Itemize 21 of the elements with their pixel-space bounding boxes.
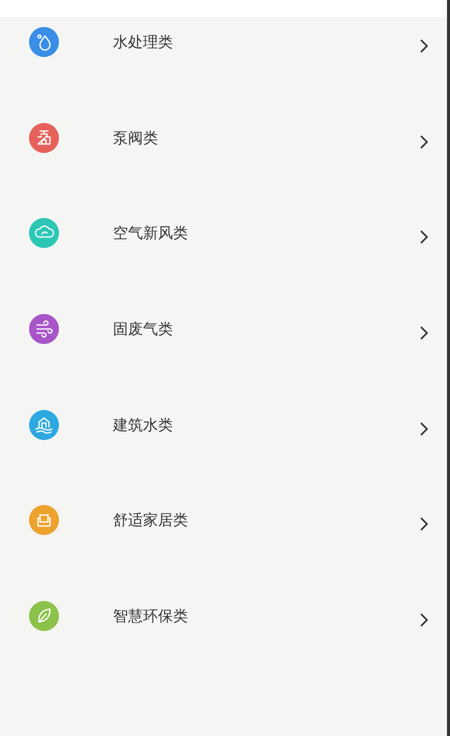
category-item[interactable]: 水处理类: [0, 17, 447, 113]
category-item[interactable]: 空气新风类: [0, 208, 447, 304]
category-label: 智慧环保类: [113, 606, 189, 628]
chevron-right-icon: [419, 38, 429, 54]
category-label: 泵阀类: [113, 128, 159, 149]
category-item[interactable]: 舒适家居类: [0, 495, 447, 592]
category-label: 空气新风类: [113, 223, 189, 244]
chevron-right-icon: [419, 516, 429, 532]
chevron-right-icon: [419, 420, 429, 437]
category-item[interactable]: 智慧环保类: [0, 591, 447, 687]
category-item[interactable]: 固废气类: [0, 304, 447, 400]
category-label: 舒适家居类: [113, 510, 189, 532]
category-item[interactable]: 建筑水类: [0, 400, 447, 496]
chevron-right-icon: [419, 229, 429, 246]
category-item[interactable]: 泵阀类: [0, 112, 447, 208]
chevron-right-icon: [419, 325, 429, 342]
category-label: 固废气类: [113, 319, 174, 340]
chevron-right-icon: [419, 134, 429, 150]
category-label: 水处理类: [113, 32, 174, 53]
category-label: 建筑水类: [113, 414, 174, 436]
chevron-right-icon: [419, 612, 429, 628]
